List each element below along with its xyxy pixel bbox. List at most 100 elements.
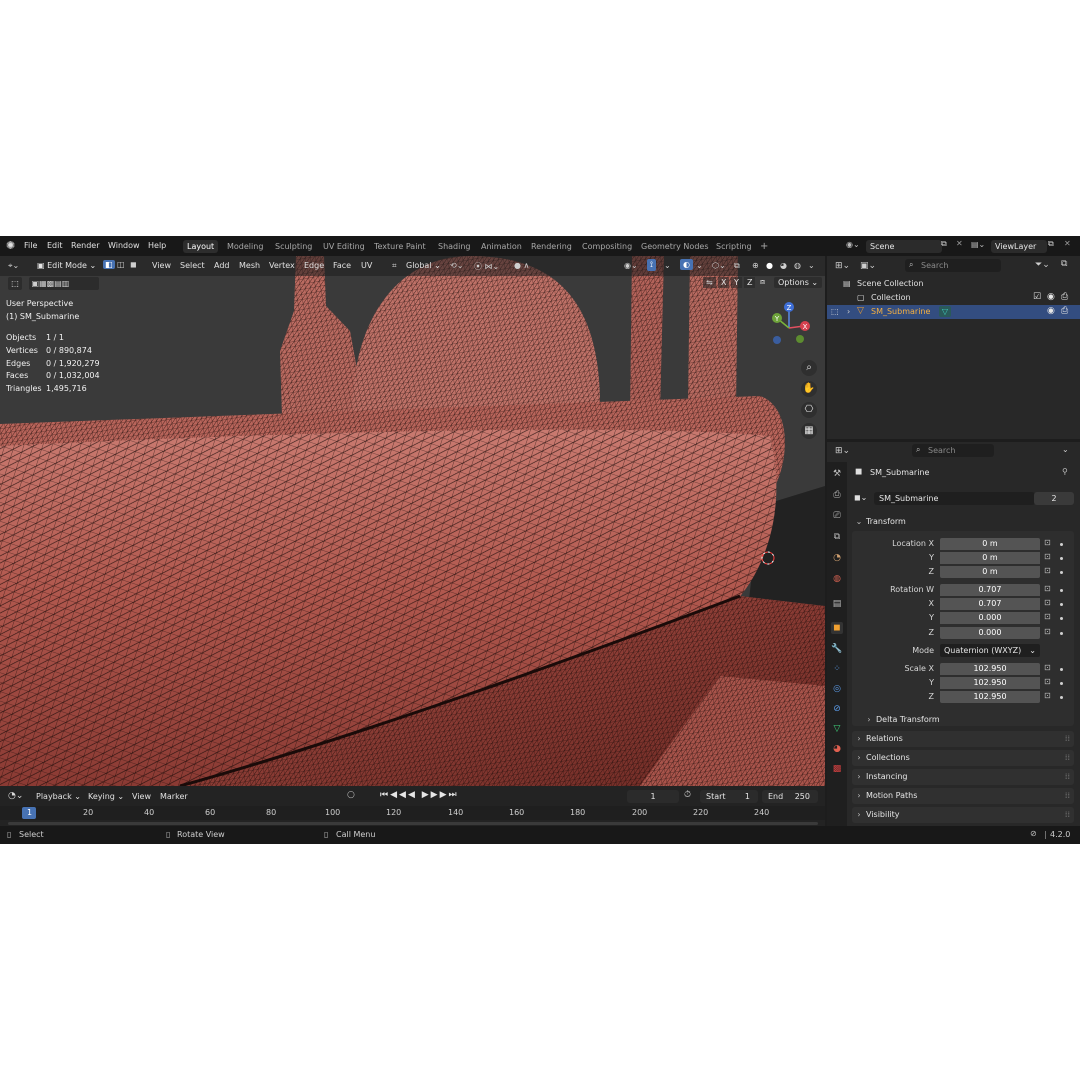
tab-modeling[interactable]: Modeling: [223, 240, 267, 253]
overlays-toggle-icon[interactable]: ◐: [680, 259, 693, 270]
solid-shading-icon[interactable]: ●: [766, 261, 773, 270]
menu-view[interactable]: View: [152, 261, 171, 270]
view-layer-icon[interactable]: ▤⌄: [971, 240, 985, 249]
properties-editor-icon[interactable]: ⊞⌄: [835, 446, 850, 456]
editor-type-icon[interactable]: ⌖⌄: [8, 261, 19, 271]
view-layer-tab-icon[interactable]: ⧉: [831, 531, 843, 543]
tab-shading[interactable]: Shading: [434, 240, 475, 253]
scene-collection-row[interactable]: ▤ Scene Collection: [827, 277, 1080, 291]
mirror-icon[interactable]: ⇋: [703, 277, 716, 288]
location-y-keyframe-dot[interactable]: [1060, 557, 1063, 560]
proportional-edit-icon[interactable]: ● ∧: [514, 261, 529, 270]
scale-z-keyframe-dot[interactable]: [1060, 696, 1063, 699]
properties-search-input[interactable]: Search: [912, 444, 994, 457]
blender-logo-icon[interactable]: ✺: [6, 239, 15, 252]
add-workspace-button[interactable]: +: [756, 240, 772, 253]
particles-tab-icon[interactable]: ⁘: [831, 663, 843, 675]
menu-face[interactable]: Face: [333, 261, 351, 270]
frame-ruler[interactable]: 1 20 40 60 80 100 120 140 160 180 200 22…: [0, 806, 825, 820]
world-tab-icon[interactable]: ◍: [831, 573, 843, 585]
collection-camera-icon[interactable]: ⎙: [1061, 292, 1068, 302]
scale-x-lock-icon[interactable]: ⊡: [1044, 663, 1051, 672]
menu-select[interactable]: Select: [180, 261, 205, 270]
mirror-y-button[interactable]: Y: [731, 277, 742, 288]
render-tab-icon[interactable]: ⎙: [831, 489, 843, 501]
material-shading-icon[interactable]: ◕: [780, 261, 787, 270]
modifiers-tab-icon[interactable]: 🔧: [831, 643, 843, 655]
relations-panel-header[interactable]: › Relations ⁞⁞: [852, 731, 1074, 747]
tab-geometry-nodes[interactable]: Geometry Nodes: [637, 240, 712, 253]
mode-selector[interactable]: ▣ Edit Mode ⌄: [33, 259, 102, 272]
menu-add[interactable]: Add: [214, 261, 230, 270]
datablock-name-field[interactable]: SM_Submarine: [874, 492, 1035, 505]
camera-view-icon[interactable]: ⎔: [801, 402, 817, 418]
gizmo-dropdown-icon[interactable]: ⌄: [664, 261, 671, 270]
vertex-select-icon[interactable]: ◧: [103, 260, 115, 269]
scale-z-field[interactable]: 102.950: [940, 691, 1040, 703]
visibility-panel-header[interactable]: › Visibility ⁞⁞: [852, 807, 1074, 823]
rotation-w-field[interactable]: 0.707: [940, 584, 1040, 596]
stopwatch-icon[interactable]: ⏱: [684, 790, 691, 800]
properties-options-icon[interactable]: ⌄: [1062, 445, 1069, 454]
tab-uv-editing[interactable]: UV Editing: [319, 240, 369, 253]
menu-edit[interactable]: Edit: [47, 241, 63, 250]
instancing-panel-header[interactable]: › Instancing ⁞⁞: [852, 769, 1074, 785]
select-mode-icons[interactable]: ▣▦▩▤▥: [29, 277, 99, 290]
menu-window[interactable]: Window: [108, 241, 140, 250]
location-x-field[interactable]: 0 m: [940, 538, 1040, 550]
datablock-users-field[interactable]: 2: [1034, 492, 1074, 505]
new-view-layer-icon[interactable]: ⧉: [1048, 239, 1054, 249]
auto-keying-icon[interactable]: ○: [347, 790, 355, 800]
object-tab-icon[interactable]: ◼: [831, 622, 843, 634]
outliner-editor-icon[interactable]: ⊞⌄: [835, 261, 850, 271]
rotation-x-lock-icon[interactable]: ⊡: [1044, 598, 1051, 607]
playback-menu[interactable]: Playback ⌄: [36, 792, 81, 801]
collection-tab-icon[interactable]: ▤: [831, 598, 843, 610]
menu-file[interactable]: File: [24, 241, 37, 250]
datablock-browse-icon[interactable]: ◼⌄: [854, 493, 867, 502]
keying-menu[interactable]: Keying ⌄: [88, 792, 124, 801]
rotation-z-lock-icon[interactable]: ⊡: [1044, 627, 1051, 636]
playback-controls[interactable]: ⏮◀◀◀ ▶▶▶⏭: [380, 790, 459, 800]
menu-render[interactable]: Render: [71, 241, 99, 250]
viewport-3d[interactable]: ⌖⌄ ▣ Edit Mode ⌄ ◧ ◫ ◼ View Select Add M…: [0, 256, 825, 786]
snap-icon[interactable]: ⦿ ⋈⌄: [474, 261, 499, 272]
mesh-edit-overlays-icon[interactable]: ⬡⌄: [712, 261, 726, 270]
menu-help[interactable]: Help: [148, 241, 166, 250]
location-x-keyframe-dot[interactable]: [1060, 543, 1063, 546]
menu-edge[interactable]: Edge: [304, 261, 324, 270]
motion-paths-drag-handle-icon[interactable]: ⁞⁞: [1065, 788, 1070, 804]
delta-transform-header[interactable]: › Delta Transform: [862, 712, 1062, 728]
rotation-y-keyframe-dot[interactable]: [1060, 617, 1063, 620]
face-select-icon[interactable]: ◼: [130, 260, 137, 269]
scene-tab-icon[interactable]: ◔: [831, 552, 843, 564]
scale-y-keyframe-dot[interactable]: [1060, 682, 1063, 685]
rotation-x-keyframe-dot[interactable]: [1060, 603, 1063, 606]
collection-checkbox-icon[interactable]: ☑: [1033, 292, 1041, 302]
end-frame-field[interactable]: End 250: [762, 790, 818, 803]
rotation-z-keyframe-dot[interactable]: [1060, 632, 1063, 635]
location-z-field[interactable]: 0 m: [940, 566, 1040, 578]
gizmo-toggle-icon[interactable]: ⟟: [647, 259, 656, 271]
location-x-lock-icon[interactable]: ⊡: [1044, 538, 1051, 547]
location-z-lock-icon[interactable]: ⊡: [1044, 566, 1051, 575]
object-camera-icon[interactable]: ⎙: [1061, 306, 1068, 316]
pivot-icon[interactable]: ⟲⌄: [450, 261, 463, 270]
location-z-keyframe-dot[interactable]: [1060, 571, 1063, 574]
physics-tab-icon[interactable]: ◎: [831, 683, 843, 695]
menu-uv[interactable]: UV: [361, 261, 372, 270]
tab-scripting[interactable]: Scripting: [712, 240, 756, 253]
location-y-lock-icon[interactable]: ⊡: [1044, 552, 1051, 561]
menu-vertex[interactable]: Vertex: [269, 261, 295, 270]
pin-icon[interactable]: ⚲: [1062, 467, 1068, 476]
rotation-x-field[interactable]: 0.707: [940, 598, 1040, 610]
scene-selector-icon[interactable]: ◉⌄: [846, 240, 860, 249]
scale-z-lock-icon[interactable]: ⊡: [1044, 691, 1051, 700]
tab-compositing[interactable]: Compositing: [578, 240, 636, 253]
motion-paths-panel-header[interactable]: › Motion Paths ⁞⁞: [852, 788, 1074, 804]
rotation-mode-select[interactable]: Quaternion (WXYZ) ⌄: [940, 644, 1040, 657]
rendered-shading-icon[interactable]: ◍: [794, 261, 801, 270]
object-eye-icon[interactable]: ◉: [1047, 306, 1055, 316]
rotation-w-keyframe-dot[interactable]: [1060, 589, 1063, 592]
rotation-y-field[interactable]: 0.000: [940, 612, 1040, 624]
